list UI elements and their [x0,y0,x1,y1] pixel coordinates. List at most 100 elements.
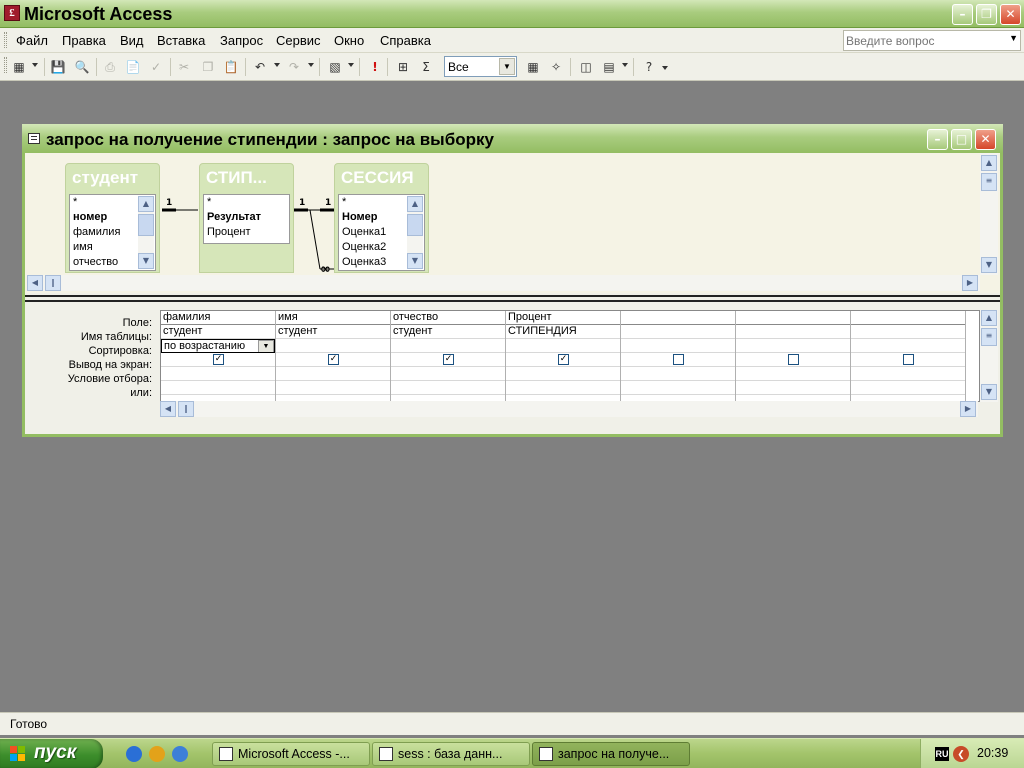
save-icon[interactable]: 💾 [49,58,67,76]
query-type-icon[interactable]: ▧ [326,58,344,76]
toolbar-options-arrow-icon[interactable] [662,66,668,70]
grid-cell-field[interactable] [621,311,735,325]
totals-sigma-icon[interactable]: Σ [417,58,435,76]
grid-cell-or[interactable] [161,381,275,395]
grid-cell-table[interactable]: студент [391,325,505,339]
grid-cell-or[interactable] [391,381,505,395]
grid-cell-field[interactable]: имя [276,311,390,325]
scroll-up-arrow-icon[interactable]: ▲ [981,155,997,171]
grid-cell-or[interactable] [621,381,735,395]
grid-cell-sort[interactable] [736,339,850,353]
grid-column[interactable]: отчество студент ✓ [391,311,506,401]
query-maximize-button[interactable]: □ [951,129,972,150]
grid-cell-table[interactable] [851,325,965,339]
app-titlebar[interactable]: £ Microsoft Access – ❐ ✕ [0,0,1024,28]
grid-cell-show[interactable]: ✓ [506,353,620,367]
scroll-thumb[interactable] [138,214,154,236]
grid-cell-sort[interactable] [621,339,735,353]
grid-cell-criteria[interactable] [161,367,275,381]
table-pane-vertical-scrollbar[interactable]: ▲ ≡ ▼ [980,153,998,275]
undo-icon[interactable]: ↶ [251,58,269,76]
grid-cell-criteria[interactable] [506,367,620,381]
language-indicator[interactable]: RU [935,747,949,761]
relation-line-stipend-session-many[interactable] [309,209,321,270]
grid-cell-or[interactable] [851,381,965,395]
grid-cell-show[interactable]: ✓ [391,353,505,367]
field-list-scrollbar[interactable]: ▲ ▼ [138,196,154,269]
field-item-primary-key[interactable]: номер [73,210,107,225]
scroll-right-arrow-icon[interactable]: ▶ [962,275,978,291]
grid-cell-sort[interactable] [506,339,620,353]
query-window-titlebar[interactable]: запрос на получение стипендии : запрос н… [22,124,1003,153]
paste-icon[interactable]: 📋 [222,58,240,76]
ie-quicklaunch-icon[interactable] [126,746,142,762]
print-preview-icon[interactable]: 📄 [124,58,142,76]
media-player-quicklaunch-icon[interactable] [149,746,165,762]
field-item[interactable]: отчество [73,255,118,270]
field-item[interactable]: имя [73,240,93,255]
grid-cell-criteria[interactable] [391,367,505,381]
scroll-up-arrow-icon[interactable]: ▲ [981,310,997,326]
new-object-dropdown-arrow-icon[interactable] [622,63,628,67]
taskbar-button-access[interactable]: Microsoft Access -... [212,742,370,766]
query-close-button[interactable]: ✕ [975,129,996,150]
undo-dropdown-arrow-icon[interactable] [274,63,280,67]
grid-cell-table[interactable]: студент [276,325,390,339]
grid-cell-sort[interactable] [851,339,965,353]
grid-cell-criteria[interactable] [621,367,735,381]
menu-edit[interactable]: Правка [62,33,106,48]
pane-splitter[interactable] [25,295,1000,302]
grid-cell-show[interactable] [621,353,735,367]
query-type-dropdown-arrow-icon[interactable] [348,63,354,67]
new-object-icon[interactable]: ▤ [600,58,618,76]
redo-dropdown-arrow-icon[interactable] [308,63,314,67]
show-hidden-icons-arrow-icon[interactable]: ❮ [953,746,969,762]
grid-horizontal-scrollbar[interactable]: ◀ ‖ ▶ [160,401,978,417]
view-datasheet-icon[interactable]: ▦ [10,58,28,76]
grid-cell-sort[interactable] [276,339,390,353]
query-minimize-button[interactable]: – [927,129,948,150]
toolbar-grip[interactable] [4,57,7,73]
table-pane[interactable]: студент * номер фамилия имя отчество ▲ ▼… [25,153,1000,293]
scroll-up-arrow-icon[interactable]: ▲ [138,196,154,212]
grid-cell-field[interactable]: Процент [506,311,620,325]
grid-cell-or[interactable] [506,381,620,395]
taskbar-button-database[interactable]: sess : база данн... [372,742,530,766]
grid-cell-show[interactable] [851,353,965,367]
scroll-thumb[interactable]: ‖ [45,275,61,291]
help-question-box[interactable]: ▼ [843,30,1021,51]
show-checkbox-unchecked[interactable] [673,354,684,365]
grid-column[interactable]: имя студент ✓ [276,311,391,401]
grid-cell-criteria[interactable] [276,367,390,381]
table-name[interactable]: студент [72,168,138,188]
print-icon[interactable]: ⎙ [101,58,119,76]
grid-cell-table[interactable] [736,325,850,339]
redo-icon[interactable]: ↷ [285,58,303,76]
query-design-grid[interactable]: фамилия студент по возрастанию ▼ ✓ имя ст… [160,310,980,402]
help-dropdown-arrow-icon[interactable]: ▼ [1009,33,1018,43]
spelling-icon[interactable]: ✓ [147,58,165,76]
grid-cell-field[interactable]: отчество [391,311,505,325]
field-list[interactable]: * номер фамилия имя отчество ▲ ▼ [69,194,156,271]
help-icon[interactable]: ? [640,58,658,76]
scroll-down-arrow-icon[interactable]: ▼ [138,253,154,269]
grid-cell-show[interactable]: ✓ [276,353,390,367]
grid-vertical-scrollbar[interactable]: ▲ ≡ ▼ [980,310,998,402]
scroll-thumb[interactable]: ≡ [981,328,997,346]
menu-help[interactable]: Справка [380,33,431,48]
grid-column[interactable] [736,311,851,401]
grid-column[interactable] [851,311,966,401]
grid-cell-table[interactable]: СТИПЕНДИЯ [506,325,620,339]
menu-query[interactable]: Запрос [220,33,263,48]
menubar-grip[interactable] [4,32,7,48]
scroll-left-arrow-icon[interactable]: ◀ [160,401,176,417]
show-table-icon[interactable]: ⊞ [394,58,412,76]
view-dropdown-arrow-icon[interactable] [32,63,38,67]
grid-cell-field[interactable]: фамилия [161,311,275,325]
scroll-left-arrow-icon[interactable]: ◀ [27,275,43,291]
show-checkbox-unchecked[interactable] [903,354,914,365]
cut-icon[interactable]: ✂ [175,58,193,76]
start-button[interactable]: пуск [0,739,103,768]
scroll-thumb[interactable]: ‖ [178,401,194,417]
top-values-dropdown-arrow-icon[interactable]: ▼ [499,58,515,75]
